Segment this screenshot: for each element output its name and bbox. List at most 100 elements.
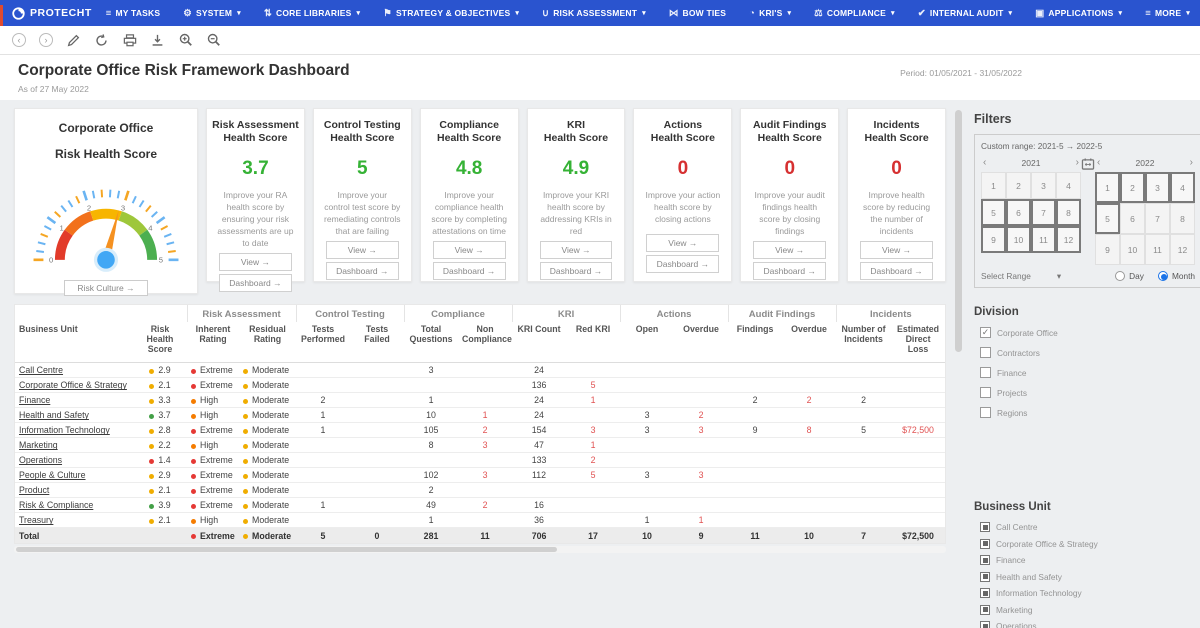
view-button[interactable]: View → xyxy=(646,234,719,252)
dashboard-button[interactable]: Dashboard → xyxy=(860,262,933,280)
nav-item-compliance[interactable]: ⚖COMPLIANCE▾ xyxy=(814,8,895,19)
month-cell-2021-1[interactable]: 1 xyxy=(981,172,1006,199)
business-unit-link[interactable]: Finance xyxy=(19,395,50,405)
nav-item-risk-assessment[interactable]: ∪RISK ASSESSMENT▾ xyxy=(542,8,646,19)
horizontal-scrollbar[interactable] xyxy=(14,546,946,553)
business-unit-link[interactable]: Operations xyxy=(19,455,62,465)
division-option-finance[interactable]: Finance xyxy=(980,367,1200,378)
month-cell-2021-5[interactable]: 5 xyxy=(981,199,1006,226)
checkbox-filled-icon[interactable] xyxy=(980,588,990,598)
nav-item-strategy-objectives[interactable]: ⚑STRATEGY & OBJECTIVES▾ xyxy=(383,8,519,19)
month-cell-2022-8[interactable]: 8 xyxy=(1170,203,1195,234)
nav-item-internal-audit[interactable]: ✔INTERNAL AUDIT▾ xyxy=(918,8,1013,19)
dashboard-button[interactable]: Dashboard → xyxy=(326,262,399,280)
prev-year-icon[interactable]: ‹ xyxy=(1097,157,1100,168)
month-cell-2022-7[interactable]: 7 xyxy=(1145,203,1170,234)
business-unit-option-marketing[interactable]: Marketing xyxy=(980,605,1200,615)
month-cell-2021-11[interactable]: 11 xyxy=(1031,226,1056,253)
month-cell-2022-5[interactable]: 5 xyxy=(1095,203,1120,234)
view-button[interactable]: View → xyxy=(753,241,826,259)
horizontal-scrollbar-thumb[interactable] xyxy=(16,547,557,552)
month-cell-2021-7[interactable]: 7 xyxy=(1031,199,1056,226)
checkbox-filled-icon[interactable] xyxy=(980,555,990,565)
division-option-contractors[interactable]: Contractors xyxy=(980,347,1200,358)
nav-item-bow-ties[interactable]: ⋈BOW TIES xyxy=(669,8,726,19)
edit-icon[interactable] xyxy=(66,33,81,48)
download-icon[interactable] xyxy=(150,33,165,48)
checkbox-icon[interactable] xyxy=(980,347,991,358)
checkbox-filled-icon[interactable] xyxy=(980,605,990,615)
view-button[interactable]: View → xyxy=(860,241,933,259)
radio-month[interactable]: Month xyxy=(1158,271,1195,281)
business-unit-option-information-technology[interactable]: Information Technology xyxy=(980,588,1200,598)
month-cell-2022-6[interactable]: 6 xyxy=(1120,203,1145,234)
business-unit-link[interactable]: Treasury xyxy=(19,515,53,525)
month-cell-2021-2[interactable]: 2 xyxy=(1006,172,1031,199)
checkbox-filled-icon[interactable] xyxy=(980,572,990,582)
division-option-projects[interactable]: Projects xyxy=(980,387,1200,398)
business-unit-option-corporate-office-strategy[interactable]: Corporate Office & Strategy xyxy=(980,539,1200,549)
zoom-out-icon[interactable] xyxy=(206,33,221,48)
month-cell-2022-2[interactable]: 2 xyxy=(1120,172,1145,203)
dashboard-button[interactable]: Dashboard → xyxy=(433,262,506,280)
nav-item-more[interactable]: ≡MORE▾ xyxy=(1145,8,1190,19)
month-cell-2021-6[interactable]: 6 xyxy=(1006,199,1031,226)
checkbox-icon[interactable]: ✓ xyxy=(980,327,991,338)
month-cell-2021-9[interactable]: 9 xyxy=(981,226,1006,253)
month-cell-2022-12[interactable]: 12 xyxy=(1170,234,1195,265)
nav-item-kri-s[interactable]: ◔KRI'S▾ xyxy=(749,8,791,19)
month-cell-2022-9[interactable]: 9 xyxy=(1095,234,1120,265)
month-cell-2022-10[interactable]: 10 xyxy=(1120,234,1145,265)
nav-item-my-tasks[interactable]: ≡MY TASKS xyxy=(106,8,161,19)
next-year-icon[interactable]: › xyxy=(1190,157,1193,168)
business-unit-link[interactable]: Information Technology xyxy=(19,425,110,435)
checkbox-filled-icon[interactable] xyxy=(980,522,990,532)
business-unit-option-health-and-safety[interactable]: Health and Safety xyxy=(980,572,1200,582)
month-cell-2021-12[interactable]: 12 xyxy=(1056,226,1081,253)
view-button[interactable]: View → xyxy=(219,253,292,271)
calendar-icon[interactable] xyxy=(1082,157,1095,175)
back-icon[interactable]: ‹ xyxy=(12,33,26,47)
radio-day[interactable]: Day xyxy=(1115,271,1144,281)
checkbox-filled-icon[interactable] xyxy=(980,621,990,628)
business-unit-option-finance[interactable]: Finance xyxy=(980,555,1200,565)
business-unit-link[interactable]: Health and Safety xyxy=(19,410,89,420)
month-cell-2021-3[interactable]: 3 xyxy=(1031,172,1056,199)
month-cell-2022-1[interactable]: 1 xyxy=(1095,172,1120,203)
month-cell-2022-3[interactable]: 3 xyxy=(1145,172,1170,203)
forward-icon[interactable]: › xyxy=(39,33,53,47)
zoom-in-icon[interactable] xyxy=(178,33,193,48)
division-option-corporate-office[interactable]: ✓Corporate Office xyxy=(980,327,1200,338)
division-option-regions[interactable]: Regions xyxy=(980,407,1200,418)
month-cell-2021-10[interactable]: 10 xyxy=(1006,226,1031,253)
month-cell-2022-11[interactable]: 11 xyxy=(1145,234,1170,265)
view-button[interactable]: View → xyxy=(326,241,399,259)
dashboard-button[interactable]: Dashboard → xyxy=(646,255,719,273)
nav-item-applications[interactable]: ▣APPLICATIONS▾ xyxy=(1035,8,1122,19)
checkbox-icon[interactable] xyxy=(980,387,991,398)
business-unit-link[interactable]: People & Culture xyxy=(19,470,86,480)
protecht-logo[interactable]: PROTECHT xyxy=(0,7,106,20)
nav-item-core-libraries[interactable]: ⇅CORE LIBRARIES▾ xyxy=(264,8,360,19)
business-unit-option-operations[interactable]: Operations xyxy=(980,621,1200,628)
business-unit-link[interactable]: Risk & Compliance xyxy=(19,500,93,510)
dashboard-button[interactable]: Dashboard → xyxy=(219,274,292,292)
risk-culture-button[interactable]: Risk Culture → xyxy=(64,280,147,296)
radio-month-dot[interactable] xyxy=(1158,271,1168,281)
nav-item-system[interactable]: ⚙SYSTEM▾ xyxy=(183,8,241,19)
business-unit-link[interactable]: Call Centre xyxy=(19,365,63,375)
print-icon[interactable] xyxy=(122,33,137,48)
checkbox-icon[interactable] xyxy=(980,407,991,418)
radio-day-dot[interactable] xyxy=(1115,271,1125,281)
business-unit-option-call-centre[interactable]: Call Centre xyxy=(980,522,1200,532)
refresh-icon[interactable] xyxy=(94,33,109,48)
next-year-icon[interactable]: › xyxy=(1076,157,1079,168)
month-cell-2021-4[interactable]: 4 xyxy=(1056,172,1081,199)
business-unit-link[interactable]: Marketing xyxy=(19,440,58,450)
dashboard-button[interactable]: Dashboard → xyxy=(540,262,613,280)
business-unit-link[interactable]: Product xyxy=(19,485,49,495)
business-unit-link[interactable]: Corporate Office & Strategy xyxy=(19,380,127,390)
dashboard-button[interactable]: Dashboard → xyxy=(753,262,826,280)
checkbox-icon[interactable] xyxy=(980,367,991,378)
month-cell-2022-4[interactable]: 4 xyxy=(1170,172,1195,203)
